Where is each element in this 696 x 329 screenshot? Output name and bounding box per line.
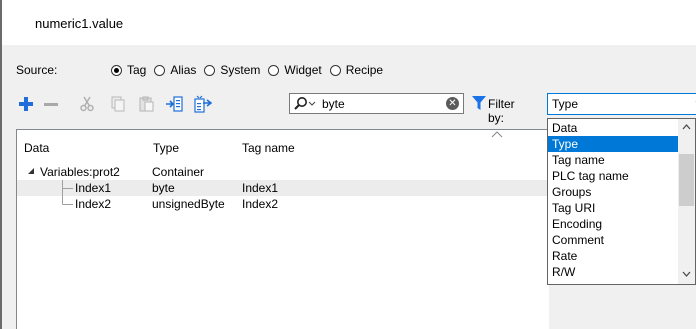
- row-type: byte: [152, 181, 175, 195]
- tree-row[interactable]: Index1 byte Index1: [17, 180, 550, 196]
- filter-by-value: Type: [552, 97, 579, 111]
- filter-dropdown-list[interactable]: Data Type Tag name PLC tag name Groups T…: [547, 118, 696, 285]
- source-label: Source:: [16, 63, 58, 77]
- row-data: Index1: [75, 181, 112, 195]
- dropdown-scrollbar[interactable]: [678, 119, 695, 284]
- radio-widget-indicator[interactable]: [268, 64, 280, 76]
- column-header-type[interactable]: Type: [153, 141, 179, 155]
- source-radio-widget-label: Widget: [284, 63, 322, 77]
- row-type: unsignedByte: [152, 197, 225, 211]
- plus-icon[interactable]: [16, 93, 36, 115]
- property-title: numeric1.value: [35, 16, 124, 31]
- window-left-border: [0, 0, 2, 329]
- dropdown-option-rate[interactable]: Rate: [548, 248, 678, 264]
- dropdown-option-tag-uri[interactable]: Tag URI: [548, 200, 678, 216]
- dropdown-option-plc-tag-name[interactable]: PLC tag name: [548, 168, 678, 184]
- source-radio-tag[interactable]: Tag: [111, 63, 146, 77]
- source-radio-alias[interactable]: Alias: [154, 63, 196, 77]
- source-radio-widget[interactable]: Widget: [268, 63, 322, 77]
- radio-tag-indicator[interactable]: [111, 64, 122, 76]
- filter-by-label: Filter by:: [488, 97, 515, 125]
- paste-icon[interactable]: [136, 93, 156, 115]
- source-radio-system-label: System: [220, 63, 261, 77]
- export-icon[interactable]: [193, 93, 213, 115]
- dropdown-option-data[interactable]: Data: [548, 120, 678, 136]
- scroll-up-icon[interactable]: [682, 123, 691, 130]
- dropdown-option-type[interactable]: Type: [548, 136, 678, 152]
- dropdown-option-encoding[interactable]: Encoding: [548, 216, 678, 232]
- source-radio-recipe-label: Recipe: [345, 63, 384, 77]
- row-data: Index2: [75, 197, 112, 211]
- clear-icon[interactable]: ✕: [446, 97, 459, 110]
- cut-icon[interactable]: [77, 93, 97, 115]
- row-tag-name: Index1: [242, 181, 279, 195]
- tree-connector-lines: [62, 180, 73, 205]
- source-radio-tag-label: Tag: [127, 63, 147, 77]
- dropdown-option-comment[interactable]: Comment: [548, 232, 678, 248]
- column-header-tag-name[interactable]: Tag name: [242, 141, 295, 155]
- search-icon[interactable]: [293, 96, 317, 114]
- dropdown-option-tag-name[interactable]: Tag name: [548, 152, 678, 168]
- row-tag-name: Index2: [242, 197, 279, 211]
- title-band: numeric1.value: [2, 0, 696, 45]
- source-selector: Source: Tag Alias System Widget Recipe: [16, 62, 391, 78]
- filter-by-select[interactable]: Type: [547, 93, 696, 115]
- radio-alias-indicator[interactable]: [154, 64, 166, 76]
- sort-caret-icon[interactable]: [491, 130, 503, 138]
- filter-icon: [472, 96, 486, 114]
- search-input[interactable]: [322, 96, 442, 111]
- minus-icon[interactable]: [41, 93, 61, 115]
- radio-recipe-indicator[interactable]: [329, 64, 341, 76]
- tree-row[interactable]: Variables:prot2 Container: [17, 164, 550, 180]
- dropdown-option-groups[interactable]: Groups: [548, 184, 678, 200]
- row-type: Container: [152, 165, 205, 179]
- source-radio-system[interactable]: System: [204, 63, 260, 77]
- copy-icon[interactable]: [108, 93, 128, 115]
- radio-system-indicator[interactable]: [204, 64, 216, 76]
- import-icon[interactable]: [164, 93, 184, 115]
- tree-row[interactable]: Index2 unsignedByte Index2: [17, 196, 550, 212]
- dropdown-option-rw[interactable]: R/W: [548, 264, 678, 280]
- source-radio-recipe[interactable]: Recipe: [329, 63, 384, 77]
- data-grid[interactable]: Data Type Tag name Variables:prot2 Conta…: [16, 129, 550, 329]
- search-box[interactable]: ✕: [289, 93, 464, 114]
- source-radio-alias-label: Alias: [170, 63, 197, 77]
- scrollbar-thumb[interactable]: [679, 154, 694, 206]
- scroll-down-icon[interactable]: [682, 271, 691, 278]
